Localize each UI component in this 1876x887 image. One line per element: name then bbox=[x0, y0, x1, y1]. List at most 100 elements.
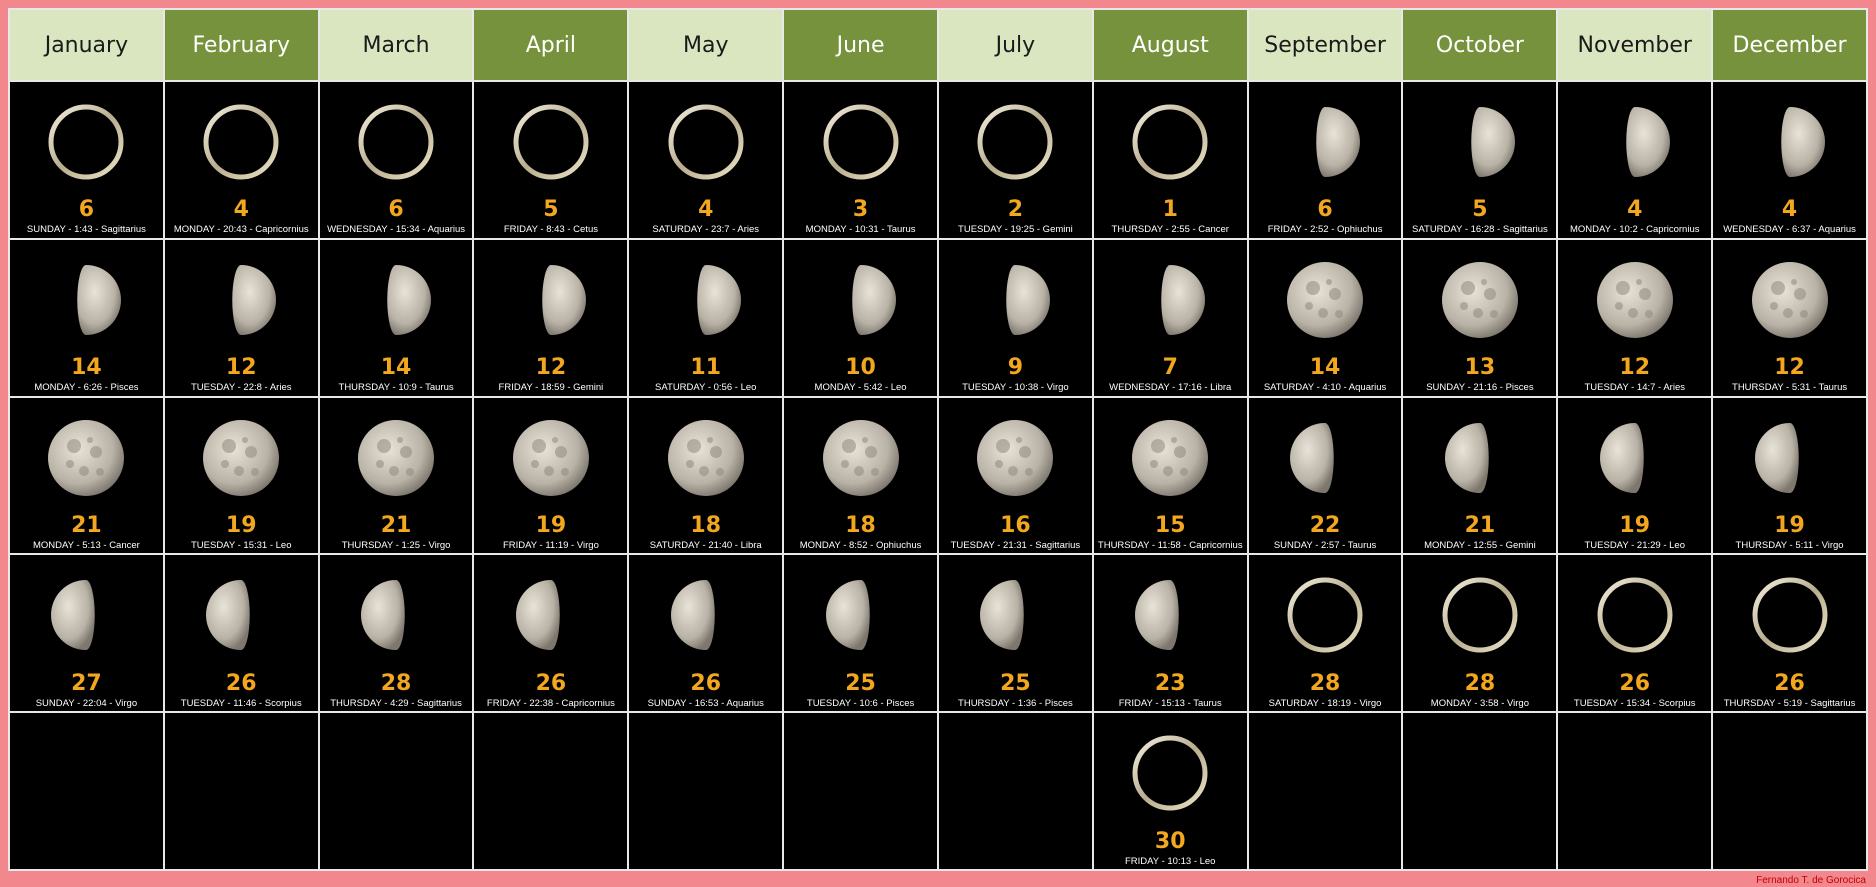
phase-details: TUESDAY - 21:29 - Leo bbox=[1584, 539, 1685, 551]
calendar-cell: 19 FRIDAY - 11:19 - Virgo bbox=[474, 397, 628, 554]
calendar-cell: 21 MONDAY - 5:13 - Cancer bbox=[10, 397, 163, 554]
calendar-cell: 2 TUESDAY - 19:25 - Gemini bbox=[938, 82, 1092, 238]
phase-details: TUESDAY - 21:31 - Sagittarius bbox=[950, 539, 1081, 551]
phase-details: SUNDAY - 2:57 - Taurus bbox=[1273, 539, 1377, 551]
phase-details: TUESDAY - 15:34 - Scorpius bbox=[1573, 697, 1696, 709]
calendar-cell: 26 TUESDAY - 15:34 - Scorpius bbox=[1558, 555, 1712, 712]
phase-details: THURSDAY - 5:19 - Sagittarius bbox=[1723, 697, 1856, 709]
day-number: 23 bbox=[1154, 670, 1186, 696]
day-number: 3 bbox=[852, 197, 869, 223]
calendar-cell: 23 FRIDAY - 15:13 - Taurus bbox=[1093, 555, 1247, 712]
phase-details: SATURDAY - 0:56 - Leo bbox=[655, 382, 757, 394]
calendar-cell bbox=[629, 713, 783, 869]
phase-details: FRIDAY - 11:19 - Virgo bbox=[502, 539, 599, 551]
last-quarter-moon-icon bbox=[515, 580, 560, 651]
month-header-july: July bbox=[938, 10, 1092, 80]
calendar-cell: 6 SUNDAY - 1:43 - Sagittarius bbox=[10, 82, 163, 238]
phase-details: FRIDAY - 10:13 - Leo bbox=[1125, 855, 1216, 867]
day-number: 7 bbox=[1162, 355, 1178, 381]
day-number: 12 bbox=[1619, 355, 1651, 381]
first-quarter-moon-icon bbox=[1006, 264, 1051, 335]
phase-details: MONDAY - 12:55 - Gemini bbox=[1424, 539, 1536, 551]
day-number: 19 bbox=[1619, 512, 1651, 538]
full-moon-icon bbox=[512, 419, 589, 496]
day-number: 6 bbox=[1317, 197, 1333, 223]
day-number: 4 bbox=[1627, 197, 1643, 223]
calendar-cell: 4 MONDAY - 20:43 - Capricornius bbox=[164, 82, 318, 238]
phase-details: THURSDAY - 10:9 - Taurus bbox=[338, 382, 454, 394]
calendar-cell: 25 THURSDAY - 1:36 - Pisces bbox=[938, 555, 1092, 712]
day-number: 18 bbox=[845, 512, 876, 538]
calendar-cell: 14 MONDAY - 6:26 - Pisces bbox=[10, 239, 163, 396]
day-number: 26 bbox=[225, 670, 257, 696]
calendar-cell: 13 SUNDAY - 21:16 - Pisces bbox=[1403, 239, 1557, 396]
new-moon-icon bbox=[1752, 577, 1828, 653]
new-moon-icon bbox=[1597, 577, 1673, 653]
first-quarter-moon-icon bbox=[232, 264, 277, 335]
day-number: 12 bbox=[535, 355, 567, 381]
last-quarter-moon-icon bbox=[1290, 422, 1334, 493]
last-quarter-moon-icon bbox=[206, 580, 250, 651]
calendar-cell: 21 THURSDAY - 1:25 - Virgo bbox=[319, 397, 473, 554]
phase-details: SATURDAY - 4:10 - Aquarius bbox=[1263, 382, 1387, 394]
phase-details: SUNDAY - 16:53 - Aquarius bbox=[647, 697, 764, 709]
day-number: 14 bbox=[71, 355, 102, 381]
day-number: 27 bbox=[71, 670, 102, 696]
day-number: 14 bbox=[380, 355, 412, 381]
first-quarter-moon-icon bbox=[696, 264, 741, 335]
calendar-cell: 1 THURSDAY - 2:55 - Cancer bbox=[1093, 82, 1247, 238]
full-moon-icon bbox=[1751, 261, 1828, 338]
full-moon-icon bbox=[1596, 261, 1673, 338]
day-number: 25 bbox=[1000, 670, 1031, 696]
calendar-cell: 12 TUESDAY - 14:7 - Aries bbox=[1558, 239, 1712, 396]
last-quarter-moon-icon bbox=[51, 580, 96, 651]
phase-details: THURSDAY - 5:31 - Taurus bbox=[1732, 382, 1848, 394]
last-quarter-moon-icon bbox=[670, 580, 715, 651]
day-number: 6 bbox=[388, 197, 404, 223]
day-number: 4 bbox=[233, 197, 249, 223]
calendar-cell: 12 FRIDAY - 18:59 - Gemini bbox=[474, 239, 628, 396]
day-number: 21 bbox=[1464, 512, 1496, 538]
new-moon-icon bbox=[977, 104, 1053, 180]
full-moon-icon bbox=[203, 419, 280, 496]
phase-details: TUESDAY - 22:8 - Aries bbox=[190, 382, 292, 394]
day-number: 21 bbox=[71, 512, 102, 538]
day-number: 5 bbox=[543, 197, 559, 223]
first-quarter-moon-icon bbox=[542, 264, 586, 335]
calendar-cell: 26 THURSDAY - 5:19 - Sagittarius bbox=[1713, 555, 1866, 712]
day-number: 10 bbox=[845, 355, 876, 381]
calendar-cell: 6 FRIDAY - 2:52 - Ophiuchus bbox=[1248, 82, 1402, 238]
phase-details: TUESDAY - 14:7 - Aries bbox=[1584, 382, 1685, 394]
full-moon-icon bbox=[1287, 261, 1364, 338]
day-number: 28 bbox=[1309, 670, 1341, 696]
author-credit: Fernando T. de Gorocica bbox=[1756, 875, 1866, 886]
day-number: 26 bbox=[535, 670, 567, 696]
day-number: 13 bbox=[1464, 355, 1496, 381]
first-quarter-moon-icon bbox=[1161, 264, 1206, 335]
new-moon-icon bbox=[823, 104, 899, 180]
phase-details: TUESDAY - 10:6 - Pisces bbox=[806, 697, 915, 709]
phase-details: THURSDAY - 1:36 - Pisces bbox=[958, 697, 1073, 709]
phase-details: SATURDAY - 18:19 - Virgo bbox=[1268, 697, 1382, 709]
first-quarter-moon-icon bbox=[1625, 107, 1670, 177]
day-number: 28 bbox=[380, 670, 412, 696]
first-quarter-moon-icon bbox=[851, 264, 896, 335]
phase-details: THURSDAY - 11:58 - Capricornius bbox=[1097, 539, 1243, 551]
phase-details: MONDAY - 10:2 - Capricornius bbox=[1569, 224, 1700, 236]
last-quarter-moon-icon bbox=[1444, 422, 1489, 493]
calendar-cell: 5 FRIDAY - 8:43 - Cetus bbox=[474, 82, 628, 238]
calendar-cell: 7 WEDNESDAY - 17:16 - Libra bbox=[1093, 239, 1247, 396]
new-moon-icon bbox=[1442, 577, 1518, 653]
phase-details: MONDAY - 5:42 - Leo bbox=[814, 382, 907, 394]
phase-details: THURSDAY - 1:25 - Virgo bbox=[341, 539, 451, 551]
day-number: 4 bbox=[1781, 197, 1798, 223]
month-header-december: December bbox=[1713, 10, 1866, 80]
calendar-cell: 12 TUESDAY - 22:8 - Aries bbox=[164, 239, 318, 396]
day-number: 15 bbox=[1154, 512, 1186, 538]
calendar-cell: 28 SATURDAY - 18:19 - Virgo bbox=[1248, 555, 1402, 712]
day-number: 25 bbox=[845, 670, 876, 696]
calendar-cell: 15 THURSDAY - 11:58 - Capricornius bbox=[1093, 397, 1247, 554]
phase-details: FRIDAY - 22:38 - Capricornius bbox=[486, 697, 615, 709]
month-header-june: June bbox=[784, 10, 937, 80]
calendar-cell bbox=[784, 713, 937, 869]
